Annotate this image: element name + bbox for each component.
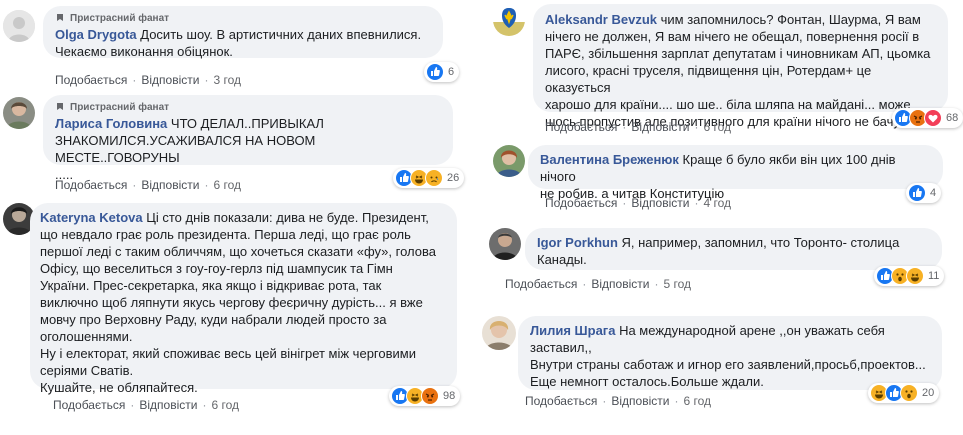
comment-author[interactable]: Igor Porkhun [537,235,618,250]
comment-author[interactable]: Kateryna Ketova [40,210,143,225]
fan-badge: Пристрасний фанат [55,11,431,25]
comment-bubble: Пристрасний фанат Лариса Головина ЧТО ДЕ… [43,95,453,182]
comment-bubble: Aleksandr Bevzuk чим запомнилось? Фонтан… [533,4,948,129]
reaction-count: 11 [928,270,940,282]
comment-bubble: Пристрасний фанат Olga Drygota Досить шо… [43,6,443,59]
reaction-count: 20 [922,387,935,399]
comment-author[interactable]: Aleksandr Bevzuk [545,12,657,27]
reaction-count: 4 [930,187,937,199]
comment-time[interactable]: 6 год [211,398,239,412]
avatar[interactable] [482,316,516,350]
like-link[interactable]: Подобається [53,398,125,412]
comment-actions: Подобається · Відповісти · 6 год [525,394,711,408]
comment-bubble: Лилия Шрага На международной арене ,,он … [518,316,942,390]
like-link[interactable]: Подобається [55,73,127,87]
comment-time[interactable]: 3 год [213,73,241,87]
comment-time[interactable]: 4 год [703,196,731,210]
reply-link[interactable]: Відповісти [631,196,689,210]
reactions-summary[interactable]: 11 [874,266,945,286]
love-reaction-icon [924,109,942,127]
like-link[interactable]: Подобається [545,196,617,210]
avatar[interactable] [493,4,525,36]
reply-link[interactable]: Відповісти [139,398,197,412]
reaction-count: 68 [946,112,959,124]
fan-badge-label: Пристрасний фанат [70,101,170,113]
comment-actions: Подобається · Відповісти · 6 год [545,120,731,134]
badge-icon [57,14,63,21]
reply-link[interactable]: Відповісти [141,178,199,192]
reply-link[interactable]: Відповісти [611,394,669,408]
reaction-count: 98 [443,390,456,402]
comment-text: чим запомнилось? Фонтан, Шаурма, Я вам н… [545,12,931,129]
avatar[interactable] [489,228,521,260]
fan-badge-label: Пристрасний фанат [70,12,170,24]
wow-reaction-icon [900,384,918,402]
reactions-summary[interactable]: 20 [868,383,940,403]
comment-actions: Подобається · Відповісти · 5 год [505,277,691,291]
reply-link[interactable]: Відповісти [591,277,649,291]
comment-time[interactable]: 5 год [663,277,691,291]
like-link[interactable]: Подобається [505,277,577,291]
comment-time[interactable]: 6 год [703,120,731,134]
sad-reaction-icon [425,169,443,187]
comment-author[interactable]: Olga Drygota [55,27,137,42]
comment-actions: Подобається · Відповісти · 6 год [55,178,241,192]
reactions-summary[interactable]: 26 [393,168,465,188]
haha-reaction-icon [906,267,924,285]
reaction-count: 26 [447,172,460,184]
reply-link[interactable]: Відповісти [631,120,689,134]
like-link[interactable]: Подобається [525,394,597,408]
like-link[interactable]: Подобається [545,120,617,134]
like-reaction-icon [426,63,444,81]
avatar[interactable] [3,97,35,129]
comment-time[interactable]: 6 год [683,394,711,408]
comment-author[interactable]: Лариса Головина [55,116,167,131]
comment-time[interactable]: 6 год [213,178,241,192]
comment-author[interactable]: Валентина Бреженюк [540,152,679,167]
comment-bubble: Kateryna Ketova Ці сто днів показали: ди… [30,203,457,395]
comment-bubble: Валентина Бреженюк Краще б було якби він… [528,145,943,201]
avatar[interactable] [3,10,35,42]
reply-link[interactable]: Відповісти [141,73,199,87]
comment-actions: Подобається · Відповісти · 6 год [53,398,239,412]
reactions-summary[interactable]: 6 [424,62,460,82]
reactions-summary[interactable]: 4 [906,183,942,203]
avatar[interactable] [493,145,525,177]
badge-icon [57,103,63,110]
comment-actions: Подобається · Відповісти · 3 год [55,73,241,87]
comment-actions: Подобається · Відповісти · 4 год [545,196,731,210]
reactions-summary[interactable]: 98 [389,386,461,406]
reactions-summary[interactable]: 68 [892,108,963,128]
reaction-count: 6 [448,66,455,78]
comment-author[interactable]: Лилия Шрага [530,323,615,338]
fan-badge: Пристрасний фанат [55,100,441,114]
like-link[interactable]: Подобається [55,178,127,192]
comment-bubble: Igor Porkhun Я, например, запомнил, что … [525,228,942,270]
angry-reaction-icon [421,387,439,405]
comment-text: Ці сто днів показали: дива не буде. През… [40,210,436,395]
like-reaction-icon [908,184,926,202]
